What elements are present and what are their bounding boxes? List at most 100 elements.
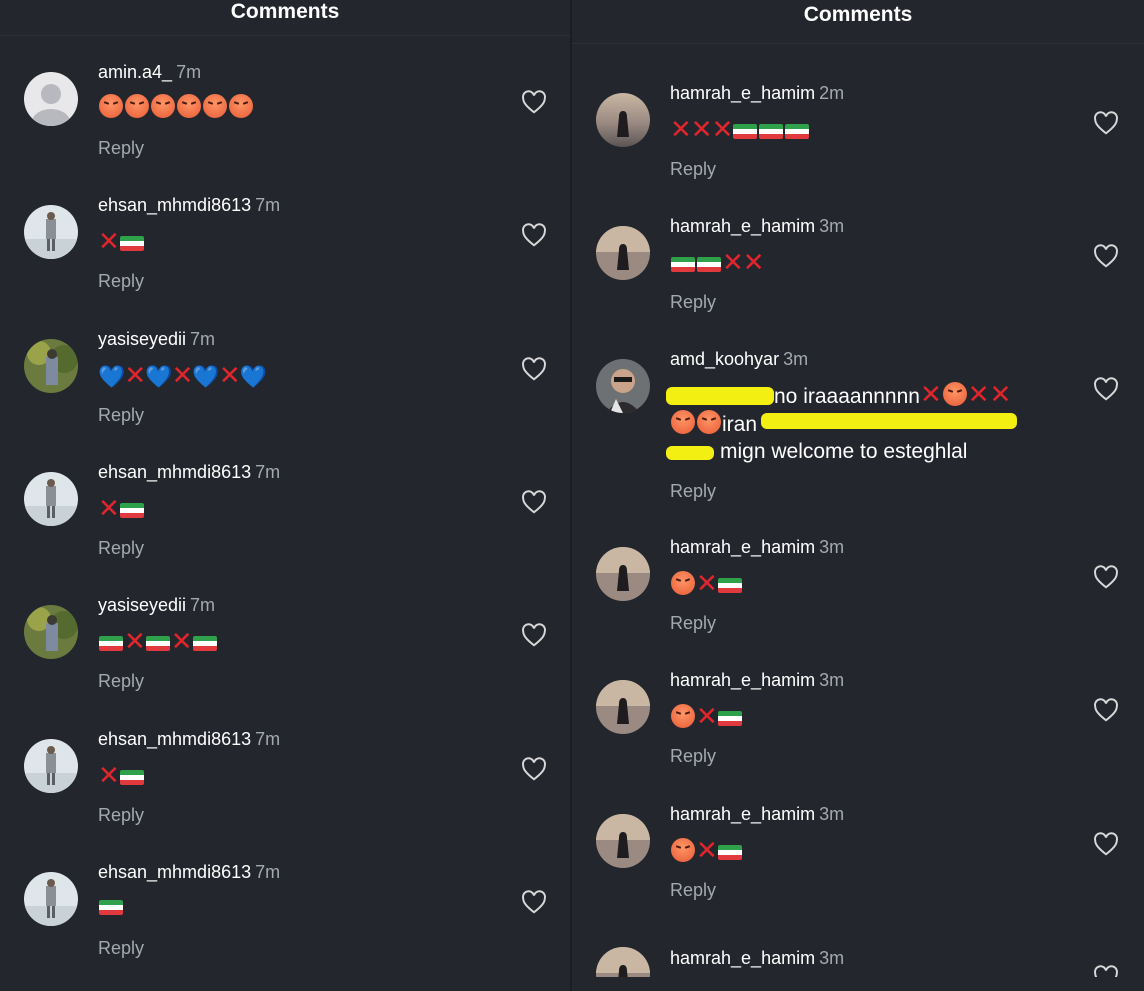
user-avatar[interactable] bbox=[596, 547, 650, 601]
iran-flag-icon bbox=[733, 124, 758, 139]
user-avatar[interactable] bbox=[596, 93, 650, 147]
comment-item: yasiseyedii 7m 💙✕💙✕💙✕💙 Reply bbox=[0, 329, 570, 469]
comment-item: ehsan_mhmdi8613 7m ✕ Reply bbox=[0, 729, 570, 869]
heart-outline-icon[interactable] bbox=[1093, 565, 1119, 589]
heart-outline-icon[interactable] bbox=[1093, 698, 1119, 722]
username[interactable]: ehsan_mhmdi8613 bbox=[98, 729, 251, 749]
red-x-icon: ✕ bbox=[170, 626, 193, 656]
heart-outline-icon[interactable] bbox=[521, 357, 547, 381]
timestamp: 3m bbox=[819, 216, 845, 236]
user-avatar[interactable] bbox=[24, 339, 78, 393]
user-avatar[interactable] bbox=[24, 872, 78, 926]
username[interactable]: hamrah_e_hamim bbox=[670, 216, 815, 236]
user-avatar[interactable] bbox=[596, 226, 650, 280]
username[interactable]: amd_koohyar bbox=[670, 349, 779, 369]
comment-text: ✕✕ bbox=[98, 627, 218, 658]
reply-button[interactable]: Reply bbox=[98, 138, 144, 159]
user-avatar[interactable] bbox=[24, 205, 78, 259]
heart-outline-icon[interactable] bbox=[1093, 377, 1119, 401]
comment-meta: amin.a4_ 7m bbox=[98, 61, 201, 83]
red-x-icon: ✕ bbox=[98, 760, 120, 790]
comment-item: hamrah_e_hamim 3m ✕ Reply bbox=[572, 670, 1144, 810]
reply-button[interactable]: Reply bbox=[670, 159, 716, 180]
angry-face-icon bbox=[671, 704, 695, 728]
heart-outline-icon[interactable] bbox=[521, 90, 547, 114]
reply-button[interactable]: Reply bbox=[98, 805, 144, 826]
heart-outline-icon[interactable] bbox=[1093, 965, 1119, 977]
comment-meta: yasiseyedii 7m bbox=[98, 594, 215, 616]
username[interactable]: amin.a4_ bbox=[98, 62, 172, 82]
username[interactable]: ehsan_mhmdi8613 bbox=[98, 462, 251, 482]
username[interactable]: hamrah_e_hamim bbox=[670, 948, 815, 968]
heart-outline-icon[interactable] bbox=[521, 490, 547, 514]
comment-text bbox=[98, 94, 254, 123]
user-avatar[interactable] bbox=[24, 605, 78, 659]
red-x-icon: ✕ bbox=[670, 114, 692, 144]
reply-button[interactable]: Reply bbox=[98, 938, 144, 959]
comment-text: ✕ bbox=[98, 494, 145, 525]
heart-outline-icon[interactable] bbox=[521, 623, 547, 647]
comment-item: hamrah_e_hamim 3m ✕✕ Reply bbox=[572, 216, 1144, 356]
heart-outline-icon[interactable] bbox=[1093, 244, 1119, 268]
comment-meta: hamrah_e_hamim 3m bbox=[670, 215, 844, 237]
red-x-icon: ✕ bbox=[98, 493, 120, 523]
username[interactable]: yasiseyedii bbox=[98, 329, 186, 349]
angry-face-icon bbox=[697, 410, 721, 434]
iran-flag-icon bbox=[99, 900, 123, 915]
timestamp: 3m bbox=[819, 537, 845, 557]
reply-button[interactable]: Reply bbox=[98, 271, 144, 292]
reply-button[interactable]: Reply bbox=[98, 405, 144, 426]
comment-text: ✕✕✕ bbox=[670, 115, 810, 146]
comment-text: ✕ bbox=[98, 761, 145, 792]
red-x-icon: ✕ bbox=[919, 379, 942, 409]
comment-item: amin.a4_ 7m Reply bbox=[0, 62, 570, 202]
user-avatar[interactable] bbox=[24, 472, 78, 526]
username[interactable]: ehsan_mhmdi8613 bbox=[98, 195, 251, 215]
comment-meta: ehsan_mhmdi8613 7m bbox=[98, 861, 280, 883]
iran-flag-icon bbox=[99, 636, 123, 651]
redacted-highlight bbox=[666, 446, 714, 460]
heart-outline-icon[interactable] bbox=[1093, 111, 1119, 135]
reply-button[interactable]: Reply bbox=[98, 671, 144, 692]
blue-heart-icon: 💙 bbox=[239, 364, 267, 389]
username[interactable]: hamrah_e_hamim bbox=[670, 537, 815, 557]
blue-heart-icon: 💙 bbox=[98, 364, 125, 389]
reply-button[interactable]: Reply bbox=[670, 746, 716, 767]
default-avatar-icon[interactable] bbox=[24, 72, 78, 126]
iran-flag-icon bbox=[192, 636, 217, 651]
username[interactable]: hamrah_e_hamim bbox=[670, 670, 815, 690]
comment-item: hamrah_e_hamim 3m ✕ Reply bbox=[572, 537, 1144, 677]
user-avatar[interactable] bbox=[24, 739, 78, 793]
user-avatar[interactable] bbox=[596, 680, 650, 734]
angry-face-icon bbox=[99, 94, 123, 118]
heart-outline-icon[interactable] bbox=[521, 890, 547, 914]
timestamp: 7m bbox=[255, 462, 281, 482]
username[interactable]: ehsan_mhmdi8613 bbox=[98, 862, 251, 882]
comment-text: ✕ bbox=[670, 569, 743, 600]
username[interactable]: hamrah_e_hamim bbox=[670, 83, 815, 103]
heart-outline-icon[interactable] bbox=[521, 757, 547, 781]
reply-button[interactable]: Reply bbox=[670, 481, 716, 502]
reply-button[interactable]: Reply bbox=[670, 880, 716, 901]
username[interactable]: hamrah_e_hamim bbox=[670, 804, 815, 824]
iran-flag-icon bbox=[119, 770, 144, 785]
angry-face-icon bbox=[671, 838, 695, 862]
timestamp: 3m bbox=[819, 804, 845, 824]
comment-text: ✕ bbox=[670, 836, 743, 867]
reply-button[interactable]: Reply bbox=[670, 292, 716, 313]
iran-flag-icon bbox=[717, 711, 742, 726]
red-x-icon: ✕ bbox=[711, 114, 734, 144]
user-avatar[interactable] bbox=[596, 947, 650, 977]
comment-item: hamrah_e_hamim 3m ✕ Reply bbox=[572, 804, 1144, 944]
user-avatar[interactable] bbox=[596, 814, 650, 868]
reply-button[interactable]: Reply bbox=[670, 613, 716, 634]
username[interactable]: yasiseyedii bbox=[98, 595, 186, 615]
heart-outline-icon[interactable] bbox=[521, 223, 547, 247]
angry-face-icon bbox=[203, 94, 227, 118]
reply-button[interactable]: Reply bbox=[98, 538, 144, 559]
user-avatar[interactable] bbox=[596, 359, 650, 413]
angry-face-icon bbox=[671, 410, 695, 434]
comment-text-line: mign welcome to esteghlal bbox=[720, 440, 968, 463]
red-x-icon: ✕ bbox=[124, 626, 146, 656]
heart-outline-icon[interactable] bbox=[1093, 832, 1119, 856]
